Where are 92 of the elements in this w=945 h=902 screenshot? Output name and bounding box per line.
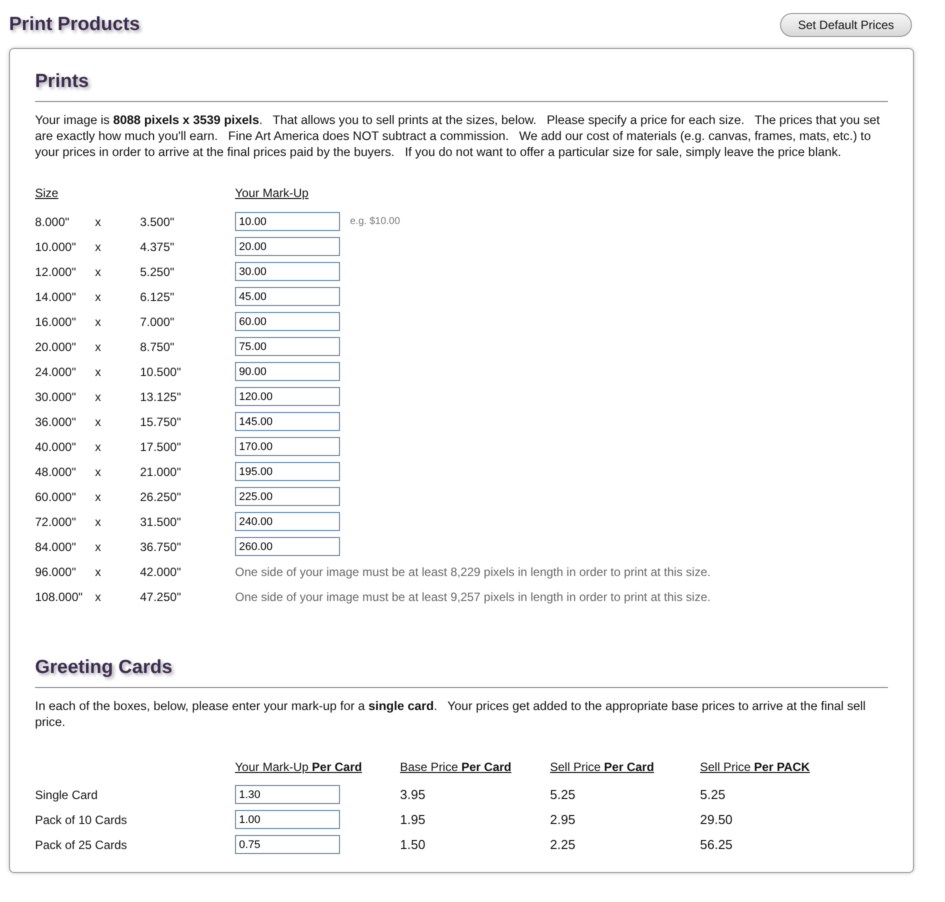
times-sign: x	[95, 514, 102, 528]
markup-input[interactable]: 60.00	[235, 312, 340, 331]
markup-input[interactable]: 1.30	[235, 785, 340, 804]
size-width: 60.000"	[35, 490, 77, 504]
size-width: 12.000"	[35, 264, 77, 278]
base-price-text: 1.50	[400, 837, 426, 852]
sell-price-per-pack-text: 56.25	[700, 837, 734, 852]
size-height: 10.500"	[140, 364, 182, 378]
size-width: 14.000"	[35, 290, 77, 304]
markup-input[interactable]: 0.75	[235, 835, 340, 854]
times-sign: x	[95, 540, 102, 554]
times-sign: x	[95, 364, 102, 378]
column-header: Your Mark-Up Per Card	[235, 760, 363, 774]
times-sign: x	[95, 490, 102, 504]
markup-input[interactable]: 240.00	[235, 512, 340, 531]
times-sign: x	[95, 464, 102, 478]
times-sign: x	[95, 414, 102, 428]
size-width: 84.000"	[35, 540, 77, 554]
sell-price-per-card-text: 2.25	[550, 837, 576, 852]
markup-input[interactable]: 1.00	[235, 810, 340, 829]
size-height: 47.250"	[140, 590, 182, 604]
page-title: Print Products	[9, 14, 140, 36]
times-sign: x	[95, 590, 102, 604]
base-price-text: 3.95	[400, 787, 426, 802]
size-width: 36.000"	[35, 414, 77, 428]
size-height: 5.250"	[140, 264, 176, 278]
sell-price-per-pack-text: 29.50	[700, 812, 734, 827]
size-height: 15.750"	[140, 414, 182, 428]
markup-input[interactable]: 30.00	[235, 262, 340, 281]
times-sign: x	[95, 340, 102, 354]
size-height: 17.500"	[140, 440, 182, 454]
intro-paragraph: Your image is 8088 pixels x 3539 pixels. That allows you to sell prints at the sizes, below. Please specify a price for each size. The prices that you set are exactly how much you'll earn. Fine Art America does NOT subtract a commission. We add our cost of materials (e.g. canvas, frames, mats, etc.) to your prices in order to arrive at the final prices paid by the buyers. If you do not want to offer a particular size for sale, simply leave the price blank.	[35, 112, 881, 160]
times-sign: x	[95, 214, 102, 228]
markup-input[interactable]: 195.00	[235, 462, 340, 481]
markup-input[interactable]: 225.00	[235, 487, 340, 506]
markup-input[interactable]: 20.00	[235, 237, 340, 256]
times-sign: x	[95, 290, 102, 304]
size-height: 4.375"	[140, 240, 176, 254]
size-height: 6.125"	[140, 290, 176, 304]
card-type: Pack of 10 Cards	[35, 812, 128, 826]
column-header: Sell Price Per Card	[550, 760, 656, 774]
card-type: Pack of 25 Cards	[35, 838, 128, 852]
size-height: 21.000"	[140, 464, 182, 478]
times-sign: x	[95, 240, 102, 254]
size-width: 108.000"	[35, 590, 84, 604]
size-height: 36.750"	[140, 540, 182, 554]
set-default-prices-button[interactable]: Set Default Prices	[780, 13, 912, 37]
markup-input[interactable]: 145.00	[235, 412, 340, 431]
size-note: One side of your image must be at least 9,257 pixels in length in order to print at this size.	[235, 590, 711, 604]
sell-price-per-card-text: 2.95	[550, 812, 576, 827]
intro-paragraph: In each of the boxes, below, please enter your mark-up for a single card. Your prices get added to the appropriate base prices to arrive at the final sell price.	[35, 698, 867, 730]
sell-price-per-pack-text: 5.25	[700, 787, 726, 802]
section-heading: Greeting Cards	[35, 657, 888, 688]
size-width: 24.000"	[35, 364, 77, 378]
card-type: Single Card	[35, 788, 99, 802]
sell-price-per-card-text: 5.25	[550, 787, 576, 802]
size-width: 40.000"	[35, 440, 77, 454]
times-sign: x	[95, 440, 102, 454]
size-height: 26.250"	[140, 490, 182, 504]
size-width: 16.000"	[35, 314, 77, 328]
markup-input[interactable]: 10.00	[235, 212, 340, 231]
column-header: Your Mark-Up	[235, 186, 309, 200]
hint-text: e.g. $10.00	[350, 216, 400, 227]
column-header: Size	[35, 186, 60, 200]
times-sign: x	[95, 390, 102, 404]
times-sign: x	[95, 264, 102, 278]
times-sign: x	[95, 314, 102, 328]
markup-input[interactable]: 75.00	[235, 337, 340, 356]
size-height: 31.500"	[140, 514, 182, 528]
markup-input[interactable]: 120.00	[235, 387, 340, 406]
column-header: Sell Price Per PACK	[700, 760, 811, 774]
size-height: 3.500"	[140, 214, 176, 228]
size-width: 72.000"	[35, 514, 77, 528]
size-note: One side of your image must be at least 8,229 pixels in length in order to print at this size.	[235, 564, 711, 578]
size-width: 8.000"	[35, 214, 70, 228]
size-width: 20.000"	[35, 340, 77, 354]
column-header: Base Price Per Card	[400, 760, 512, 774]
size-width: 48.000"	[35, 464, 77, 478]
size-width: 30.000"	[35, 390, 77, 404]
size-height: 8.750"	[140, 340, 176, 354]
size-height: 13.125"	[140, 390, 182, 404]
markup-input[interactable]: 170.00	[235, 437, 340, 456]
size-height: 7.000"	[140, 314, 176, 328]
size-height: 42.000"	[140, 564, 182, 578]
base-price-text: 1.95	[400, 812, 426, 827]
size-width: 96.000"	[35, 564, 77, 578]
markup-input[interactable]: 260.00	[235, 537, 340, 556]
section-heading: Prints	[35, 71, 888, 102]
markup-input[interactable]: 90.00	[235, 362, 340, 381]
times-sign: x	[95, 564, 102, 578]
markup-input[interactable]: 45.00	[235, 287, 340, 306]
size-width: 10.000"	[35, 240, 77, 254]
